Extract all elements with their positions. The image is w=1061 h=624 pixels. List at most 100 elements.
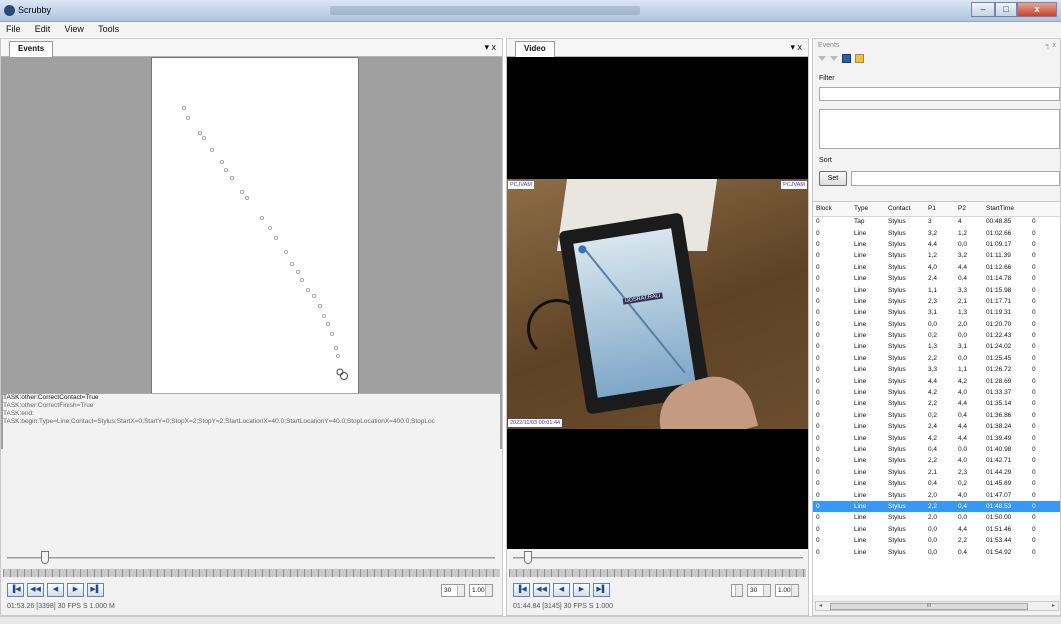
table-row[interactable]: 0 Line Stylus 2,2 4,0 01:42.71 0 [813, 455, 1060, 466]
first-frame-button[interactable]: ▐◀ [7, 583, 24, 597]
video-panel-controls[interactable]: ▾ x [790, 42, 802, 53]
video-timeline-slider[interactable] [513, 551, 803, 565]
filter-expression-box[interactable] [819, 109, 1060, 149]
table-row[interactable]: 0 Line Stylus 2,4 4,4 01:38.24 0 [813, 421, 1060, 432]
events-frame-ruler[interactable] [3, 569, 500, 577]
trace-end-marker [336, 368, 344, 376]
column-header[interactable]: StartTime [983, 202, 1029, 217]
column-header[interactable]: P1 [925, 202, 955, 217]
table-cell: 0 [816, 537, 820, 545]
video-sync-checkbox[interactable] [731, 584, 743, 597]
menu-view[interactable]: View [59, 22, 90, 34]
minimize-button[interactable]: – [971, 2, 995, 17]
tab-video[interactable]: Video [515, 41, 555, 57]
video-fps-spinner[interactable]: 30 [747, 584, 771, 597]
table-row[interactable]: 0 Line Stylus 3,3 1,1 01:26.72 0 [813, 364, 1060, 375]
step-back-button[interactable]: ◀◀ [27, 583, 44, 597]
table-row[interactable]: 0 Line Stylus 0,0 4,4 01:51.46 0 [813, 524, 1060, 535]
play-button[interactable]: ▶ [573, 583, 590, 597]
column-header[interactable] [1029, 202, 1060, 217]
table-horizontal-scrollbar[interactable]: ◂ III ▸ [815, 601, 1059, 611]
tab-events[interactable]: Events [9, 41, 54, 57]
step-forward-button[interactable]: ▶▌ [87, 583, 104, 597]
table-cell: 0 [1032, 548, 1036, 556]
table-row[interactable]: 0 Line Stylus 2,3 2,1 01:17.71 0 [813, 296, 1060, 307]
table-row[interactable]: 0 Line Stylus 2,0 0,0 01:50.00 0 [813, 512, 1060, 523]
table-row[interactable]: 0 Line Stylus 1,2 3,2 01:11.39 0 [813, 250, 1060, 261]
table-row[interactable]: 0 Line Stylus 2,4 0,4 01:14.78 0 [813, 273, 1060, 284]
video-scene: UOSRAT:RALI PCJVAM PCJVAM 2022/11/03 00:… [507, 179, 808, 429]
menu-tools[interactable]: Tools [92, 22, 125, 34]
video-frame-ruler[interactable] [509, 569, 806, 577]
trace-point [186, 116, 191, 121]
table-cell: Stylus [888, 423, 906, 431]
column-header[interactable]: Type [851, 202, 885, 217]
table-row[interactable]: 0 Line Stylus 4,4 0,0 01:09.17 0 [813, 239, 1060, 250]
table-cell: 2,4 [928, 275, 938, 283]
scroll-left-arrow[interactable]: ◂ [819, 602, 822, 609]
video-slider-thumb[interactable] [524, 551, 533, 564]
filter-icon[interactable] [818, 56, 826, 61]
table-row[interactable]: 0 Line Stylus 4,0 4,4 01:12.66 0 [813, 262, 1060, 273]
table-row[interactable]: 0 Line Stylus 2,2 0,4 01:48.53 0 [813, 500, 1060, 513]
log-line: TASK:other:CorrectFinish=True [3, 402, 94, 409]
table-cell: 0 [816, 263, 820, 271]
table-cell: Stylus [888, 343, 906, 351]
table-row[interactable]: 0 Line Stylus 0,2 0,0 01:22.43 0 [813, 330, 1060, 341]
table-row[interactable]: 0 Line Stylus 0,0 2,0 01:20.70 0 [813, 319, 1060, 330]
save-icon[interactable] [842, 54, 851, 63]
table-row[interactable]: 0 Line Stylus 4,2 4,0 01:33.37 0 [813, 387, 1060, 398]
menu-edit[interactable]: Edit [29, 22, 57, 34]
table-cell: 0 [1032, 275, 1036, 283]
table-cell: 0,0 [928, 537, 938, 545]
table-row[interactable]: 0 Line Stylus 3,2 1,2 01:02.66 0 [813, 227, 1060, 238]
table-row[interactable]: 0 Line Stylus 0,0 2,2 01:53.44 0 [813, 535, 1060, 546]
events-speed-spinner[interactable]: 1.00 [469, 584, 493, 597]
menu-file[interactable]: File [0, 22, 27, 34]
events-timeline-slider[interactable] [7, 551, 495, 565]
table-row[interactable]: 0 Line Stylus 3,1 1,3 01:19.31 0 [813, 307, 1060, 318]
pin-icon[interactable]: ╕ x [1046, 42, 1056, 49]
events-slider-thumb[interactable] [40, 551, 49, 564]
table-cell: 01:11.39 [986, 252, 1011, 260]
table-cell: 4,2 [958, 377, 968, 385]
table-row[interactable]: 0 Line Stylus 4,2 4,4 01:39.49 0 [813, 432, 1060, 443]
first-frame-button[interactable]: ▐◀ [513, 583, 530, 597]
video-speed-spinner[interactable]: 1.00 [775, 584, 799, 597]
table-row[interactable]: 0 Line Stylus 0,0 0,4 01:54.92 0 [813, 546, 1060, 557]
table-row[interactable]: 0 Line Stylus 4,4 4,2 01:28.69 0 [813, 375, 1060, 386]
table-cell: 01:42.71 [986, 457, 1012, 465]
reverse-play-button[interactable]: ◀ [47, 583, 64, 597]
table-row[interactable]: 0 Line Stylus 2,1 2,3 01:44.29 0 [813, 467, 1060, 478]
table-row[interactable]: 0 Line Stylus 2,2 4,4 01:35.14 0 [813, 398, 1060, 409]
play-button[interactable]: ▶ [67, 583, 84, 597]
table-row[interactable]: 0 Line Stylus 1,3 3,1 01:24.02 0 [813, 341, 1060, 352]
table-row[interactable]: 0 Line Stylus 0,4 0,2 01:45.69 0 [813, 478, 1060, 489]
events-panel-controls[interactable]: ▾ x [484, 42, 496, 53]
sort-input[interactable] [851, 171, 1060, 186]
step-back-button[interactable]: ◀◀ [533, 583, 550, 597]
filter-clear-icon[interactable] [830, 56, 838, 61]
table-row[interactable]: 0 Line Stylus 2,2 0,0 01:25.45 0 [813, 353, 1060, 364]
status-bar [0, 616, 1061, 624]
column-header[interactable]: Contact [885, 202, 925, 217]
table-cell: Stylus [888, 263, 906, 271]
table-row[interactable]: 0 Line Stylus 2,0 4,0 01:47.07 0 [813, 489, 1060, 500]
column-header[interactable]: P2 [955, 202, 983, 217]
step-forward-button[interactable]: ▶▌ [593, 583, 610, 597]
events-fps-spinner[interactable]: 30 [441, 584, 465, 597]
reverse-play-button[interactable]: ◀ [553, 583, 570, 597]
close-button[interactable]: x [1017, 2, 1057, 17]
scroll-thumb[interactable]: III [830, 603, 1028, 610]
table-row[interactable]: 0 Line Stylus 0,4 0,0 01:40.98 0 [813, 444, 1060, 455]
open-folder-icon[interactable] [855, 54, 864, 63]
table-row[interactable]: 0 Line Stylus 0,2 0,4 01:36.86 0 [813, 410, 1060, 421]
filter-input[interactable] [819, 87, 1060, 101]
table-row[interactable]: 0 Line Stylus 1,1 3,3 01:15.98 0 [813, 284, 1060, 295]
maximize-button[interactable]: □ [995, 2, 1017, 17]
column-header[interactable]: Block [813, 202, 851, 217]
scroll-right-arrow[interactable]: ▸ [1052, 602, 1055, 609]
set-button[interactable]: Set [819, 171, 847, 186]
table-cell: 4,2 [928, 434, 938, 442]
table-row[interactable]: 0 Tap Stylus 3 4 00:48.85 0 [813, 216, 1060, 227]
